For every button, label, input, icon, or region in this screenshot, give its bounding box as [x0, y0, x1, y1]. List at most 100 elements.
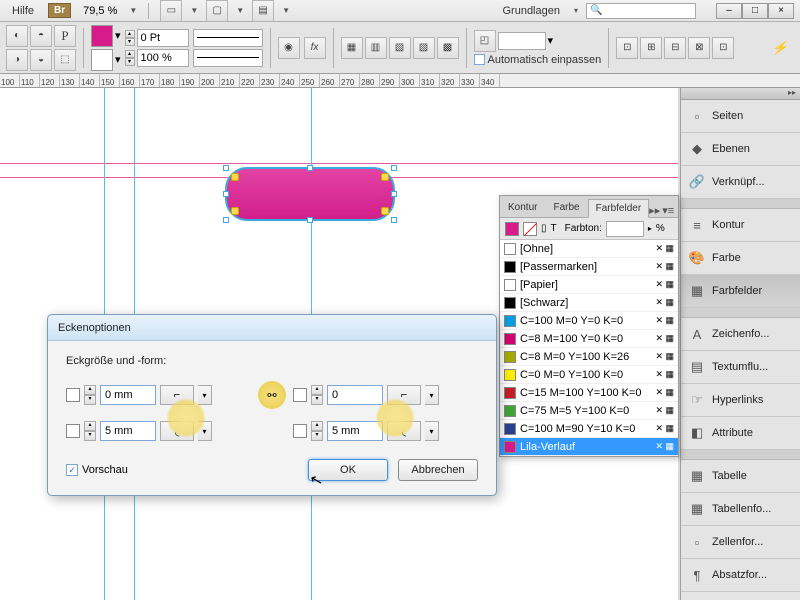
stepper[interactable]: ▴▾: [84, 385, 96, 405]
corner-br-field[interactable]: [327, 421, 383, 441]
corner-style-dropdown[interactable]: ⌐: [160, 385, 194, 405]
rounded-rectangle-shape[interactable]: [225, 167, 395, 221]
stroke-indicator[interactable]: [523, 222, 537, 236]
stepper[interactable]: ▴▾: [125, 50, 135, 66]
selection-handle[interactable]: [307, 217, 313, 223]
chevron-down-icon[interactable]: ▾: [115, 29, 121, 42]
selection-handle[interactable]: [391, 217, 397, 223]
chevron-down-icon[interactable]: ▼: [282, 6, 290, 15]
dock-item-verknpf[interactable]: 🔗Verknüpf...: [681, 166, 800, 199]
swatch-row[interactable]: C=15 M=100 Y=100 K=0✕ ▦: [500, 384, 678, 402]
bridge-badge[interactable]: Br: [48, 3, 71, 18]
fx-icon[interactable]: fx: [304, 37, 326, 59]
corner-style-dropdown[interactable]: ◟: [387, 421, 421, 441]
dock-item-farbfelder[interactable]: ▦Farbfelder: [681, 275, 800, 308]
dock-item-kontur[interactable]: ≡Kontur: [681, 209, 800, 242]
zoom-dropdown-icon[interactable]: ▼: [129, 6, 137, 15]
dock-item-hyperlinks[interactable]: ☞Hyperlinks: [681, 384, 800, 417]
fit-icon[interactable]: ⊡: [712, 37, 734, 59]
tool-icon[interactable]: ◑: [6, 49, 28, 71]
auto-fit-checkbox[interactable]: Automatisch einpassen: [474, 54, 602, 66]
chevron-down-icon[interactable]: ▾: [548, 34, 554, 47]
selection-handle[interactable]: [391, 165, 397, 171]
corner-field[interactable]: [498, 32, 546, 50]
chevron-down-icon[interactable]: ▾: [574, 6, 578, 15]
dock-item-textumflu[interactable]: ▤Textumflu...: [681, 351, 800, 384]
chevron-down-icon[interactable]: ▼: [190, 6, 198, 15]
swatch-row[interactable]: C=75 M=5 Y=100 K=0✕ ▦: [500, 402, 678, 420]
swatch-row[interactable]: [Ohne]✕ ▦: [500, 240, 678, 258]
dock-item-zeichenfo[interactable]: AZeichenfo...: [681, 318, 800, 351]
quick-apply-icon[interactable]: ⚡: [772, 40, 788, 56]
close-button[interactable]: ×: [768, 3, 794, 19]
chevron-down-icon[interactable]: ▾: [425, 385, 439, 405]
live-corner-handle[interactable]: [381, 173, 389, 181]
menu-help[interactable]: Hilfe: [6, 3, 40, 19]
selection-handle[interactable]: [223, 165, 229, 171]
swatch-row[interactable]: [Passermarken]✕ ▦: [500, 258, 678, 276]
text-wrap-icon[interactable]: ▨: [413, 37, 435, 59]
live-corner-handle[interactable]: [231, 173, 239, 181]
screen-mode-icon[interactable]: ▢: [206, 0, 228, 22]
dock-item-absatzfor[interactable]: ¶Absatzfor...: [681, 559, 800, 592]
corner-br-icon[interactable]: [293, 424, 307, 438]
tab-kontur[interactable]: Kontur: [500, 198, 545, 217]
fill-indicator[interactable]: [505, 222, 519, 236]
selection-handle[interactable]: [391, 191, 397, 197]
text-icon[interactable]: T: [551, 223, 557, 234]
chevron-down-icon[interactable]: ▾: [198, 385, 212, 405]
tab-farbfelder[interactable]: Farbfelder: [588, 199, 650, 218]
dialog-title[interactable]: Eckenoptionen: [48, 315, 496, 341]
chevron-down-icon[interactable]: ▾: [425, 421, 439, 441]
corner-tr-field[interactable]: [327, 385, 383, 405]
corner-bl-field[interactable]: [100, 421, 156, 441]
fit-icon[interactable]: ⊠: [688, 37, 710, 59]
stroke-style-field[interactable]: [193, 49, 263, 67]
corner-tl-field[interactable]: [100, 385, 156, 405]
swatch-row[interactable]: C=8 M=0 Y=100 K=26✕ ▦: [500, 348, 678, 366]
chevron-down-icon[interactable]: ▾: [198, 421, 212, 441]
tab-farbe[interactable]: Farbe: [545, 198, 587, 217]
dock-item-zellenfor[interactable]: ▫Zellenfor...: [681, 526, 800, 559]
corner-tl-icon[interactable]: [66, 388, 80, 402]
fit-icon[interactable]: ⊟: [664, 37, 686, 59]
view-options-icon[interactable]: ▭: [160, 0, 182, 22]
effects-icon[interactable]: ◉: [278, 37, 300, 59]
chevron-down-icon[interactable]: ▼: [236, 6, 244, 15]
swatch-row[interactable]: C=0 M=0 Y=100 K=0✕ ▦: [500, 366, 678, 384]
text-wrap-icon[interactable]: ▦: [341, 37, 363, 59]
search-input[interactable]: 🔍: [586, 3, 696, 19]
paragraph-icon[interactable]: P: [54, 25, 76, 47]
chevron-down-icon[interactable]: ▸: [648, 224, 652, 233]
dock-header[interactable]: ▸▸: [681, 88, 800, 100]
container-icon[interactable]: ▯: [541, 223, 547, 234]
stepper[interactable]: ▴▾: [311, 421, 323, 441]
chevron-down-icon[interactable]: ▾: [115, 53, 121, 66]
stroke-weight-field[interactable]: 0 Pt: [137, 29, 189, 47]
corner-style-dropdown[interactable]: ⌐: [387, 385, 421, 405]
collapse-icon[interactable]: ▸▸: [788, 88, 796, 99]
stroke-swatch[interactable]: [91, 49, 113, 71]
swatch-row[interactable]: C=100 M=0 Y=0 K=0✕ ▦: [500, 312, 678, 330]
text-wrap-icon[interactable]: ▩: [437, 37, 459, 59]
dock-item-ebenen[interactable]: ◆Ebenen: [681, 133, 800, 166]
fill-swatch[interactable]: [91, 25, 113, 47]
selection-handle[interactable]: [223, 191, 229, 197]
swatch-row[interactable]: Lila-Verlauf✕ ▦: [500, 438, 678, 456]
dock-item-tabellenfo[interactable]: ▦Tabellenfo...: [681, 493, 800, 526]
tool-icon[interactable]: ◐: [6, 25, 28, 47]
preview-checkbox[interactable]: ✓Vorschau: [66, 464, 128, 476]
tint-field[interactable]: [606, 221, 644, 237]
swatch-row[interactable]: C=100 M=90 Y=10 K=0✕ ▦: [500, 420, 678, 438]
link-corners-icon[interactable]: ⚯: [258, 381, 286, 409]
tool-icon[interactable]: ⬚: [54, 49, 76, 71]
stepper[interactable]: ▴▾: [84, 421, 96, 441]
workspace-switcher[interactable]: Grundlagen: [496, 3, 566, 19]
dock-item-attribute[interactable]: ◧Attribute: [681, 417, 800, 450]
tool-icon[interactable]: ◒: [30, 49, 52, 71]
stepper[interactable]: ▴▾: [125, 30, 135, 46]
selection-handle[interactable]: [307, 165, 313, 171]
fit-icon[interactable]: ⊡: [616, 37, 638, 59]
cancel-button[interactable]: Abbrechen: [398, 459, 478, 481]
panel-menu-icon[interactable]: ▾≡: [662, 204, 674, 217]
